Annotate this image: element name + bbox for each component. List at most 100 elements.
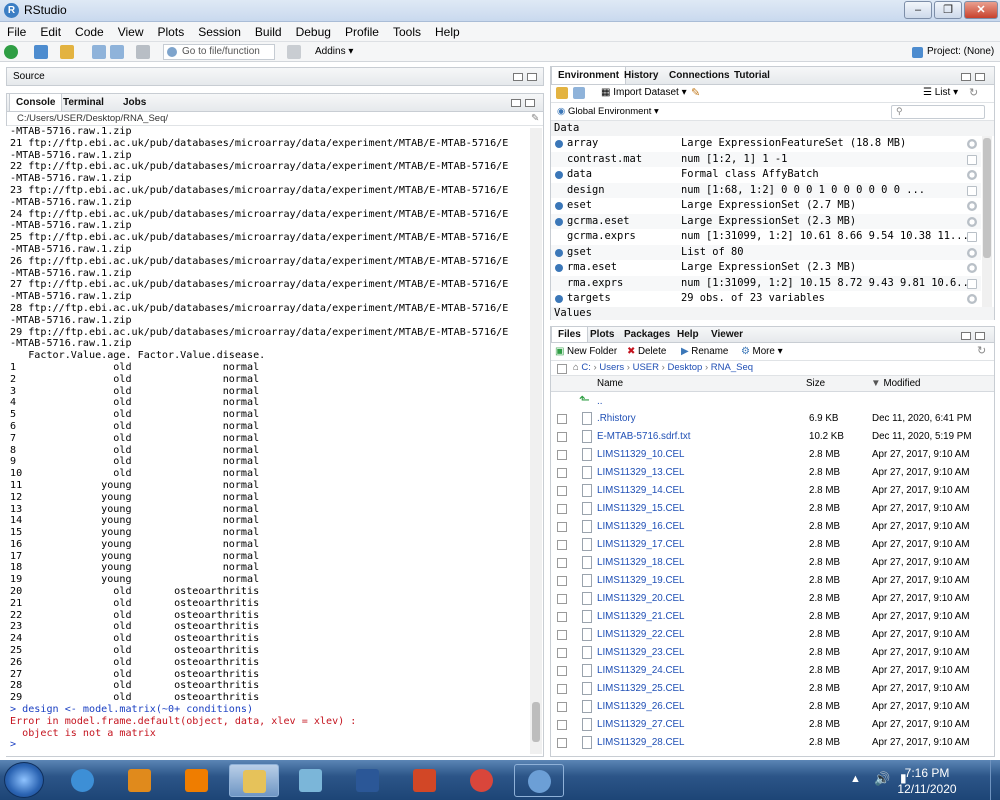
env-scroll-thumb[interactable] [983, 138, 991, 258]
file-row[interactable]: E-MTAB-5716.sdrf.txt 10.2 KB Dec 11, 2020,… [551, 428, 983, 446]
delete-button[interactable]: ✖ Delete [627, 346, 666, 357]
volume-icon[interactable]: 🔊 [874, 771, 890, 787]
file-row[interactable]: LIMS11329_19.CEL 2.8 MB Apr 27, 2017, 9:10… [551, 572, 983, 590]
env-row-array[interactable]: array Large ExpressionFeatureSet (18.8 MB… [551, 136, 981, 152]
minimize-button[interactable]: – [904, 1, 932, 19]
file-checkbox[interactable] [557, 684, 567, 694]
env-row-rma-exprs[interactable]: rma.exprs num [1:31099, 1:2] 10.15 8.72 9… [551, 275, 981, 291]
print-icon[interactable] [136, 45, 150, 59]
expand-arrow-icon[interactable] [555, 171, 563, 179]
tab-viewer[interactable]: Viewer [705, 327, 749, 342]
file-row[interactable]: LIMS11329_27.CEL 2.8 MB Apr 27, 2017, 9:10… [551, 716, 983, 734]
import-dataset-button[interactable]: ▦ Import Dataset ▾ [601, 87, 687, 98]
parent-dir-row[interactable]: ⬑ .. [551, 392, 994, 410]
menu-file[interactable]: File [0, 22, 33, 42]
console-scroll-thumb[interactable] [532, 702, 540, 742]
file-checkbox[interactable] [557, 630, 567, 640]
env-row-gcrma-exprs[interactable]: gcrma.exprs num [1:31099, 1:2] 10.61 8.66… [551, 229, 981, 245]
file-row[interactable]: LIMS11329_21.CEL 2.8 MB Apr 27, 2017, 9:10… [551, 608, 983, 626]
column-modified[interactable]: ▼ Modified [871, 378, 920, 389]
new-folder-button[interactable]: ▣ New Folder [555, 346, 617, 357]
file-name-link[interactable]: LIMS11329_18.CEL [597, 554, 685, 572]
file-name-link[interactable]: LIMS11329_13.CEL [597, 464, 685, 482]
file-checkbox[interactable] [557, 666, 567, 676]
console-scrollbar[interactable] [530, 128, 542, 754]
expand-arrow-icon[interactable] [555, 202, 563, 210]
file-row[interactable]: LIMS11329_24.CEL 2.8 MB Apr 27, 2017, 9:10… [551, 662, 983, 680]
files-minimize-icon[interactable] [961, 332, 971, 340]
load-workspace-icon[interactable] [556, 87, 568, 99]
breadcrumb-item[interactable]: C: [581, 362, 591, 373]
expand-arrow-icon[interactable] [555, 248, 563, 257]
magnifier-icon[interactable] [967, 201, 977, 211]
file-row[interactable]: LIMS11329_26.CEL 2.8 MB Apr 27, 2017, 9:10… [551, 698, 983, 716]
file-checkbox[interactable] [557, 522, 567, 532]
breadcrumb-item[interactable]: Users [599, 362, 624, 373]
tab-console[interactable]: Console [9, 94, 63, 111]
table-view-icon[interactable] [967, 232, 977, 242]
tab-connections[interactable]: Connections [663, 67, 736, 84]
open-file-icon[interactable] [60, 45, 74, 59]
file-row[interactable]: LIMS11329_15.CEL 2.8 MB Apr 27, 2017, 9:10… [551, 500, 983, 518]
taskbar-office-button[interactable] [400, 764, 450, 797]
taskbar-internet-explorer-button[interactable] [58, 764, 108, 797]
show-desktop-button[interactable] [990, 760, 1000, 800]
tab-environment[interactable]: Environment [551, 67, 627, 84]
tab-tutorial[interactable]: Tutorial [728, 67, 776, 84]
grid-layout-icon[interactable] [287, 45, 301, 59]
file-name-link[interactable]: LIMS11329_27.CEL [597, 716, 685, 734]
magnifier-icon[interactable] [967, 170, 977, 180]
file-name-link[interactable]: LIMS11329_21.CEL [597, 608, 685, 626]
magnifier-icon[interactable] [967, 139, 977, 149]
taskbar-chrome-button[interactable] [457, 764, 507, 797]
file-name-link[interactable]: E-MTAB-5716.sdrf.txt [597, 428, 690, 446]
file-checkbox[interactable] [557, 594, 567, 604]
menu-edit[interactable]: Edit [33, 22, 68, 42]
file-name-link[interactable]: LIMS11329_24.CEL [597, 662, 685, 680]
start-button[interactable] [4, 762, 44, 798]
tab-help[interactable]: Help [671, 327, 705, 342]
file-checkbox[interactable] [557, 450, 567, 460]
file-checkbox[interactable] [557, 504, 567, 514]
tab-terminal[interactable]: Terminal [57, 94, 110, 111]
console-output[interactable]: -MTAB-5716.raw.1.zip 21 ftp://ftp.ebi.ac.… [6, 126, 543, 756]
file-checkbox[interactable] [557, 468, 567, 478]
clock-date[interactable]: 12/11/2020 [892, 782, 962, 796]
table-view-icon[interactable] [967, 185, 977, 196]
maximize-button[interactable]: ❐ [934, 1, 962, 19]
file-row[interactable]: LIMS11329_25.CEL 2.8 MB Apr 27, 2017, 9:10… [551, 680, 983, 698]
console-maximize-icon[interactable] [525, 99, 535, 107]
env-row-data[interactable]: data Formal class AffyBatch [551, 167, 981, 183]
file-row[interactable]: LIMS11329_23.CEL 2.8 MB Apr 27, 2017, 9:10… [551, 644, 983, 662]
select-all-checkbox[interactable] [557, 364, 567, 374]
taskbar-word-button[interactable] [343, 764, 393, 797]
menu-profile[interactable]: Profile [338, 22, 386, 42]
env-row-design[interactable]: design num [1:68, 1:2] 0 0 0 1 0 0 0 0 0 … [551, 182, 981, 198]
table-view-icon[interactable] [967, 278, 977, 289]
file-name-link[interactable]: LIMS11329_17.CEL [597, 536, 685, 554]
expand-arrow-icon[interactable] [555, 140, 563, 148]
env-row-gcrma-eset[interactable]: gcrma.eset Large ExpressionSet (2.3 MB) [551, 213, 981, 229]
menu-view[interactable]: View [111, 22, 151, 42]
menu-build[interactable]: Build [248, 22, 289, 42]
file-row[interactable]: LIMS11329_22.CEL 2.8 MB Apr 27, 2017, 9:10… [551, 626, 983, 644]
file-name-link[interactable]: LIMS11329_14.CEL [597, 482, 685, 500]
file-checkbox[interactable] [557, 648, 567, 658]
taskbar-notepad-button[interactable] [286, 764, 336, 797]
file-name-link[interactable]: LIMS11329_28.CEL [597, 734, 685, 752]
file-checkbox[interactable] [557, 432, 567, 442]
new-file-icon[interactable] [4, 45, 18, 59]
env-row-contrast-mat[interactable]: contrast.mat num [1:2, 1] 1 -1 [551, 151, 981, 167]
rename-button[interactable]: ▶ Rename [681, 346, 728, 357]
save-workspace-icon[interactable] [573, 87, 585, 99]
tray-chevron-icon[interactable]: ▲ [850, 773, 861, 785]
expand-arrow-icon[interactable] [555, 217, 563, 226]
magnifier-icon[interactable] [967, 294, 977, 304]
env-maximize-icon[interactable] [975, 73, 985, 81]
close-button[interactable]: ✕ [964, 1, 998, 19]
file-checkbox[interactable] [557, 414, 567, 424]
env-row-gset[interactable]: gset List of 80 [551, 244, 981, 260]
list-view-button[interactable]: ☰ List ▾ [923, 87, 958, 98]
file-checkbox[interactable] [557, 702, 567, 712]
source-maximize-icon[interactable] [527, 73, 537, 81]
